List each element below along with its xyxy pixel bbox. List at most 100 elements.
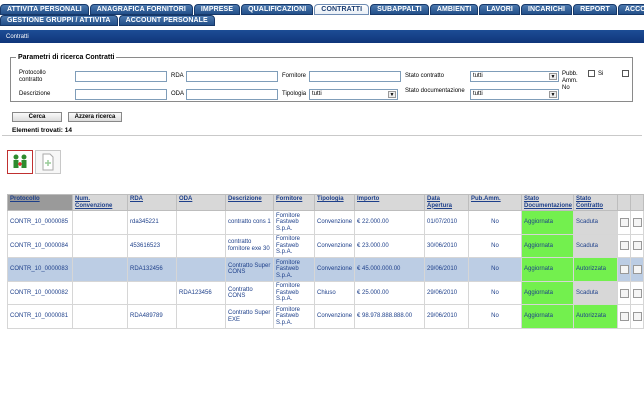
azzera-ricerca-button[interactable]: Azzera ricerca <box>68 112 122 122</box>
table-row[interactable]: CONTR_10_0000082 RDA123456 Contratto CON… <box>7 280 644 306</box>
cell-stato-doc: Aggiornata <box>521 233 574 259</box>
col-num-convenzione[interactable]: Num. Convenzione <box>72 194 128 211</box>
col-tipologia[interactable]: Tipologia <box>314 194 355 211</box>
col-importo[interactable]: Importo <box>354 194 425 211</box>
chevron-down-icon: ▼ <box>388 91 396 98</box>
document-button[interactable] <box>35 150 61 174</box>
pubb-no-checkbox[interactable] <box>622 70 629 77</box>
search-panel: Parametri di ricerca Contratti Protocoll… <box>2 46 642 136</box>
edit-icon[interactable] <box>633 241 642 251</box>
edit-icon[interactable] <box>633 288 642 298</box>
cell-data: 29/06/2010 <box>424 304 469 329</box>
cell-importo: € 23.000.00 <box>354 233 425 259</box>
cell-pub: No <box>468 257 522 282</box>
table-header-row: Protocollo Num. Convenzione RDA ODA Desc… <box>7 194 644 211</box>
cell-num <box>72 233 128 259</box>
rda-input[interactable] <box>186 71 278 82</box>
stato-doc-select[interactable]: tutti ▼ <box>470 89 559 100</box>
col-stato-documentazione[interactable]: Stato Documentazione <box>521 194 574 211</box>
descrizione-input[interactable] <box>75 89 167 100</box>
cell-action-1 <box>617 257 631 282</box>
cell-num <box>72 304 128 329</box>
cell-pub: No <box>468 233 522 259</box>
col-protocollo[interactable]: Protocollo <box>7 194 73 211</box>
table-row[interactable]: CONTR_10_0000084 453616523 contratto for… <box>7 233 644 259</box>
tabs-row-2: GESTIONE GRUPPI / ATTIVITA ACCOUNT PERSO… <box>0 15 216 26</box>
cell-rda: RDA132456 <box>127 257 177 282</box>
view-icon[interactable] <box>620 241 629 251</box>
tipologia-select[interactable]: tutti ▼ <box>309 89 398 100</box>
cell-pub: No <box>468 210 522 235</box>
tab-subappalti[interactable]: SUBAPPALTI <box>370 4 429 15</box>
col-stato-contratto[interactable]: Stato Contratto <box>573 194 618 211</box>
cell-protocollo[interactable]: CONTR_10_0000085 <box>7 210 73 235</box>
stato-contratto-select[interactable]: tutti ▼ <box>470 71 559 82</box>
cell-fornitore: Fornitore Fastweb S.p.A. <box>273 233 315 259</box>
edit-icon[interactable] <box>633 312 642 322</box>
view-icon[interactable] <box>620 217 629 227</box>
view-icon[interactable] <box>620 312 629 322</box>
cell-stato-doc: Aggiornata <box>521 304 574 329</box>
view-icon[interactable] <box>620 264 629 274</box>
tab-anagrafica-fornitori[interactable]: ANAGRAFICA FORNITORI <box>89 4 193 15</box>
cell-importo: € 98.978.888.888.00 <box>354 304 425 329</box>
table-row[interactable]: CONTR_10_0000083 RDA132456 Contratto Sup… <box>7 257 644 282</box>
tab-ambienti[interactable]: AMBIENTI <box>429 4 479 15</box>
tab-imprese[interactable]: IMPRESE <box>193 4 241 15</box>
tab-lavori[interactable]: LAVORI <box>479 4 520 15</box>
tab-incarichi[interactable]: INCARICHI <box>520 4 573 15</box>
cell-protocollo[interactable]: CONTR_10_0000083 <box>7 257 73 282</box>
cell-tipologia: Convenzione <box>314 210 355 235</box>
col-descrizione[interactable]: Descrizione <box>225 194 274 211</box>
tipologia-value: tutti <box>312 91 322 97</box>
tab-report[interactable]: REPORT <box>573 4 617 15</box>
breadcrumb: Contratti <box>6 33 29 40</box>
cell-rda: 453616523 <box>127 233 177 259</box>
cell-rda: RDA489789 <box>127 304 177 329</box>
table-row[interactable]: CONTR_10_0000085 rda345221 contratto con… <box>7 210 644 235</box>
cell-stato-doc: Aggiornata <box>521 257 574 282</box>
pubb-si-checkbox[interactable] <box>588 70 595 77</box>
oda-input[interactable] <box>186 89 278 100</box>
view-icon[interactable] <box>620 288 629 298</box>
protocollo-input[interactable] <box>75 71 167 82</box>
cell-protocollo[interactable]: CONTR_10_0000084 <box>7 233 73 259</box>
tab-account-personale[interactable]: ACCOUNT PERSONALE <box>118 15 215 26</box>
cerca-button[interactable]: Cerca <box>12 112 62 122</box>
col-data-apertura[interactable]: Data Apertura <box>424 194 469 211</box>
tab-account[interactable]: ACCOUNT <box>617 4 644 15</box>
col-fornitore[interactable]: Fornitore <box>273 194 315 211</box>
tab-contratti[interactable]: CONTRATTI <box>314 4 370 15</box>
contracts-table: Protocollo Num. Convenzione RDA ODA Desc… <box>7 194 644 329</box>
cell-stato-contr: Scaduta <box>573 233 618 259</box>
cell-data: 29/06/2010 <box>424 257 469 282</box>
cell-pub: No <box>468 280 522 306</box>
cell-descrizione: contratto fornitore exe 30 <box>225 233 274 259</box>
col-oda[interactable]: ODA <box>176 194 226 211</box>
fornitore-input[interactable] <box>309 71 401 82</box>
cell-action-1 <box>617 304 631 329</box>
add-contract-button[interactable] <box>7 150 33 174</box>
cell-protocollo[interactable]: CONTR_10_0000082 <box>7 280 73 306</box>
col-rda[interactable]: RDA <box>127 194 177 211</box>
cell-action-2 <box>630 304 644 329</box>
cell-action-2 <box>630 257 644 282</box>
cell-action-1 <box>617 210 631 235</box>
cell-rda: rda345221 <box>127 210 177 235</box>
cell-stato-contr: Scaduta <box>573 210 618 235</box>
cell-oda: RDA123456 <box>176 280 226 306</box>
cell-action-1 <box>617 233 631 259</box>
search-legend: Parametri di ricerca Contratti <box>18 54 115 61</box>
add-users-icon <box>13 154 27 168</box>
tab-qualificazioni[interactable]: QUALIFICAZIONI <box>241 4 314 15</box>
edit-icon[interactable] <box>633 264 642 274</box>
cell-protocollo[interactable]: CONTR_10_0000081 <box>7 304 73 329</box>
col-action-1 <box>617 194 631 211</box>
cell-num <box>72 210 128 235</box>
col-pub-amm[interactable]: Pub.Amm. <box>468 194 522 211</box>
table-row[interactable]: CONTR_10_0000081 RDA489789 Contratto Sup… <box>7 304 644 329</box>
edit-icon[interactable] <box>633 217 642 227</box>
tab-attivita-personali[interactable]: ATTIVITA PERSONALI <box>0 4 89 15</box>
tab-gestione-gruppi[interactable]: GESTIONE GRUPPI / ATTIVITA <box>0 15 118 26</box>
stato-contratto-label: Stato contratto <box>405 73 445 79</box>
